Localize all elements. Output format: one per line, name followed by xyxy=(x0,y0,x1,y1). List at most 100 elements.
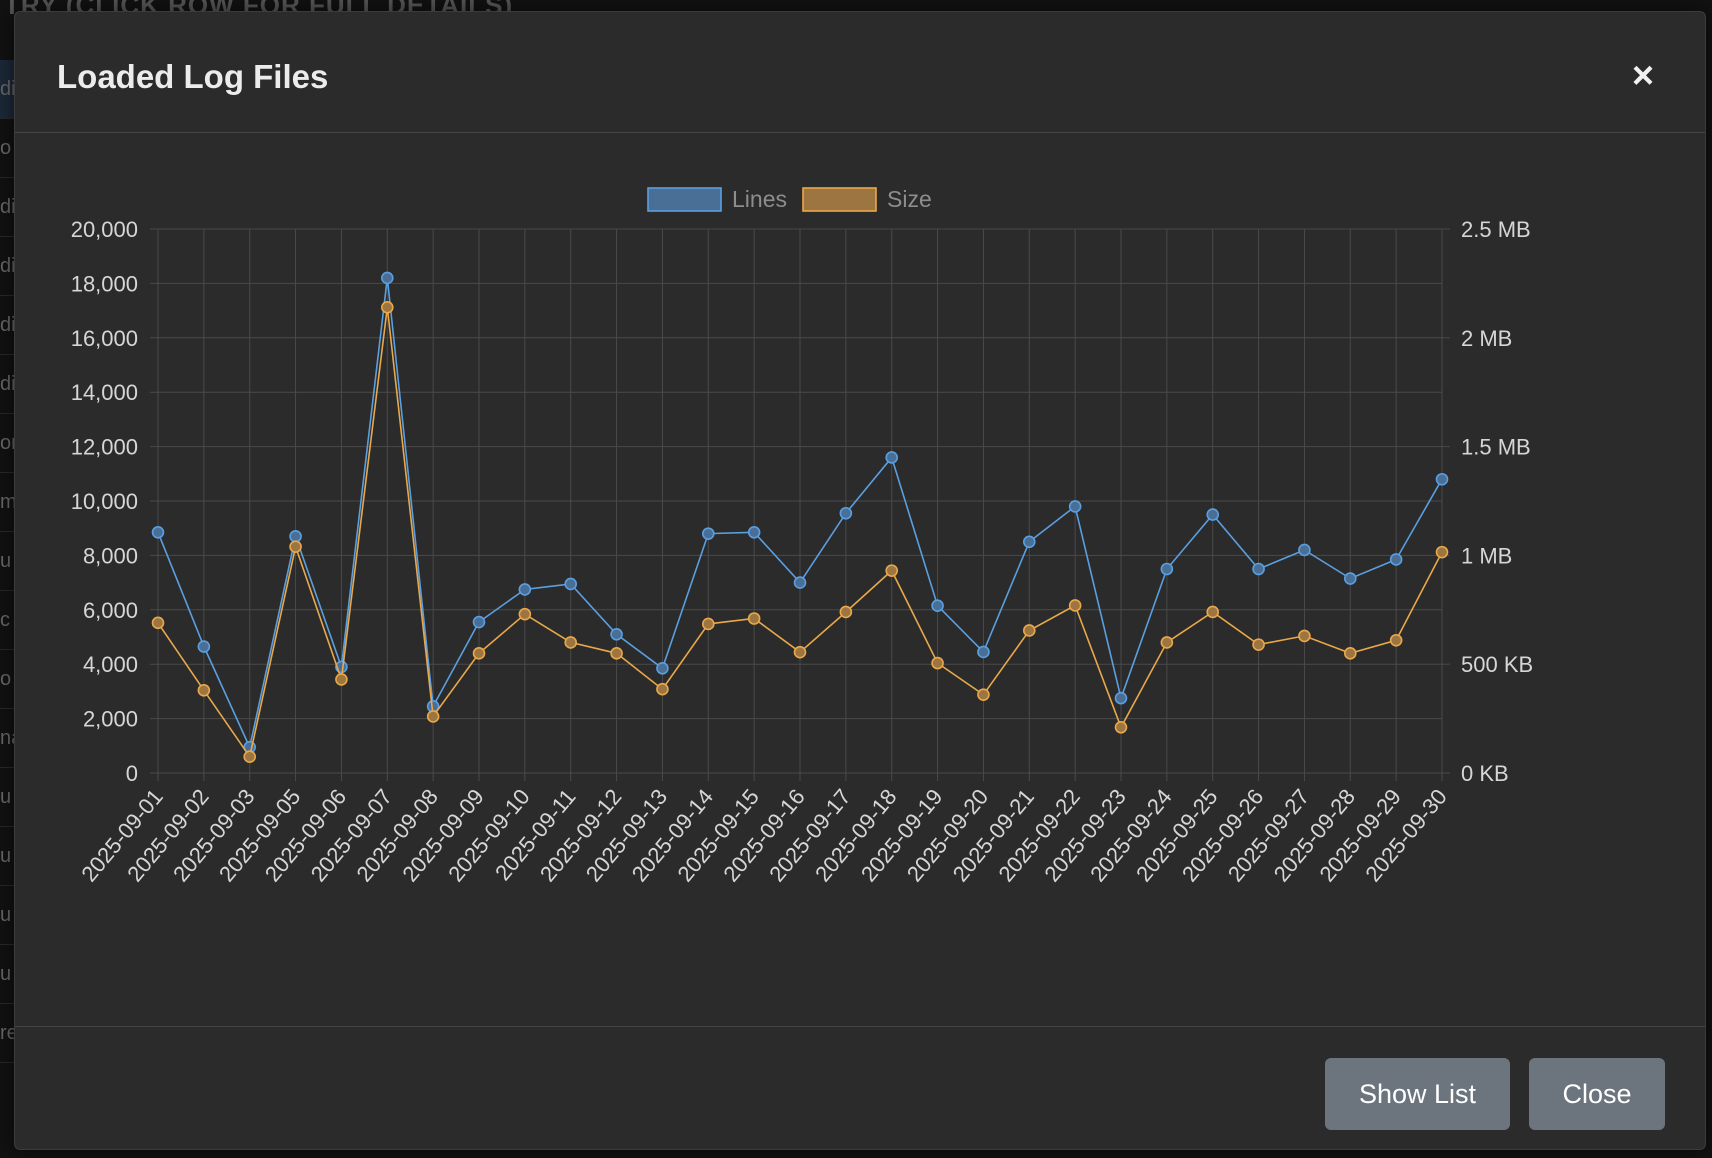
data-point-size[interactable] xyxy=(1022,624,1036,637)
data-point-size[interactable] xyxy=(472,647,486,660)
data-point-size[interactable] xyxy=(656,682,669,696)
left-axis-tick-label: 2,000 xyxy=(83,707,138,732)
data-point-lines[interactable] xyxy=(1343,572,1357,585)
right-axis-tick-label: 500 KB xyxy=(1461,652,1533,677)
background-row[interactable]: u xyxy=(0,827,14,886)
background-row[interactable]: di xyxy=(0,355,14,414)
data-point-lines[interactable] xyxy=(151,525,165,539)
modal-footer: Show List Close xyxy=(15,1026,1705,1149)
left-axis-tick-label: 14,000 xyxy=(71,380,138,405)
data-point-lines[interactable] xyxy=(1389,553,1403,566)
modal-body: 0 2,000 4,000 6,000 8,000 10,000 12,000 14,000 1… xyxy=(15,133,1705,1026)
background-row[interactable]: na xyxy=(0,709,14,768)
data-point-lines[interactable] xyxy=(1068,500,1082,513)
data-point-lines[interactable] xyxy=(1252,562,1265,576)
background-row[interactable]: di xyxy=(0,237,14,296)
data-point-lines[interactable] xyxy=(1160,562,1174,576)
right-axis-tick-label: 0 KB xyxy=(1461,761,1509,786)
data-point-size[interactable] xyxy=(335,673,348,686)
data-point-size[interactable] xyxy=(701,617,715,631)
data-point-size[interactable] xyxy=(1298,629,1311,643)
data-point-lines[interactable] xyxy=(747,525,761,539)
modal-title: Loaded Log Files xyxy=(57,58,329,95)
data-point-size[interactable] xyxy=(931,656,944,670)
data-point-lines[interactable] xyxy=(197,640,211,653)
data-point-size[interactable] xyxy=(1114,721,1128,734)
data-point-lines[interactable] xyxy=(656,661,669,675)
data-point-size[interactable] xyxy=(1435,545,1449,559)
data-point-lines[interactable] xyxy=(289,530,302,543)
background-row[interactable]: u xyxy=(0,768,14,827)
background-row[interactable]: u xyxy=(0,532,14,591)
close-button[interactable]: Close xyxy=(1529,1058,1665,1130)
background-row[interactable]: on xyxy=(0,414,14,473)
data-point-lines[interactable] xyxy=(472,615,486,629)
right-axis-tick-label: 2.5 MB xyxy=(1461,217,1531,242)
background-row[interactable]: c xyxy=(0,591,14,650)
data-point-size[interactable] xyxy=(610,647,623,660)
legend-label-lines[interactable]: Lines xyxy=(732,186,787,212)
data-point-lines[interactable] xyxy=(380,271,394,285)
data-point-lines[interactable] xyxy=(931,599,944,613)
data-point-lines[interactable] xyxy=(793,576,807,589)
background-row[interactable]: di xyxy=(0,178,14,237)
data-point-lines[interactable] xyxy=(1298,543,1311,557)
data-point-lines[interactable] xyxy=(1435,472,1449,486)
data-point-size[interactable] xyxy=(518,607,532,621)
background-row[interactable]: o xyxy=(0,650,14,709)
right-axis-tick-label: 2 MB xyxy=(1461,326,1512,351)
background-row[interactable]: di xyxy=(0,60,14,119)
right-axis-tick-label: 1 MB xyxy=(1461,543,1512,568)
data-point-lines[interactable] xyxy=(1114,691,1128,705)
legend-label-size[interactable]: Size xyxy=(887,186,932,212)
data-point-lines[interactable] xyxy=(564,577,578,591)
legend-swatch-lines[interactable] xyxy=(647,187,722,212)
data-point-lines[interactable] xyxy=(610,627,623,641)
data-point-size[interactable] xyxy=(197,684,211,697)
show-list-button[interactable]: Show List xyxy=(1325,1058,1510,1130)
data-point-lines[interactable] xyxy=(701,527,715,540)
data-point-size[interactable] xyxy=(977,688,990,701)
left-axis-tick-label: 18,000 xyxy=(71,271,138,296)
data-point-size[interactable] xyxy=(1389,633,1403,647)
left-axis-tick-label: 10,000 xyxy=(71,489,138,514)
close-icon[interactable]: × xyxy=(1623,56,1663,96)
data-point-size[interactable] xyxy=(839,605,853,619)
background-table: diodidididionmuconauuuure xyxy=(0,60,14,1063)
data-point-size[interactable] xyxy=(243,750,257,763)
left-axis-tick-label: 16,000 xyxy=(71,326,138,351)
background-row[interactable]: o xyxy=(0,119,14,178)
data-point-lines[interactable] xyxy=(1206,508,1220,521)
data-point-size[interactable] xyxy=(564,636,578,649)
background-row[interactable]: m xyxy=(0,473,14,532)
background-row[interactable]: re xyxy=(0,1004,14,1063)
data-point-size[interactable] xyxy=(1160,636,1174,649)
data-point-size[interactable] xyxy=(1252,638,1265,651)
data-point-lines[interactable] xyxy=(1022,535,1036,549)
log-files-chart: 0 2,000 4,000 6,000 8,000 10,000 12,000 14,000 1… xyxy=(71,186,1533,886)
data-point-lines[interactable] xyxy=(977,645,990,659)
left-axis-tick-label: 0 xyxy=(126,761,138,786)
data-point-size[interactable] xyxy=(793,645,807,659)
left-axis-tick-label: 20,000 xyxy=(71,217,138,242)
background-row[interactable]: u xyxy=(0,886,14,945)
data-point-size[interactable] xyxy=(1068,599,1082,612)
data-point-size[interactable] xyxy=(380,301,394,314)
data-point-size[interactable] xyxy=(289,540,302,553)
left-axis-tick-label: 8,000 xyxy=(83,543,138,568)
background-row[interactable]: u xyxy=(0,945,14,1004)
data-point-size[interactable] xyxy=(747,612,761,625)
data-point-size[interactable] xyxy=(151,616,165,630)
data-point-size[interactable] xyxy=(1343,647,1357,660)
data-point-size[interactable] xyxy=(1206,605,1220,619)
left-axis-tick-label: 4,000 xyxy=(83,652,138,677)
legend-swatch-size[interactable] xyxy=(802,187,877,212)
data-point-lines[interactable] xyxy=(839,506,853,520)
data-point-lines[interactable] xyxy=(518,583,532,596)
data-point-size[interactable] xyxy=(426,710,440,723)
background-row[interactable]: di xyxy=(0,296,14,355)
data-point-lines[interactable] xyxy=(885,451,899,464)
left-axis-tick-label: 12,000 xyxy=(71,435,138,460)
left-axis-tick-label: 6,000 xyxy=(83,598,138,623)
data-point-size[interactable] xyxy=(885,564,899,577)
